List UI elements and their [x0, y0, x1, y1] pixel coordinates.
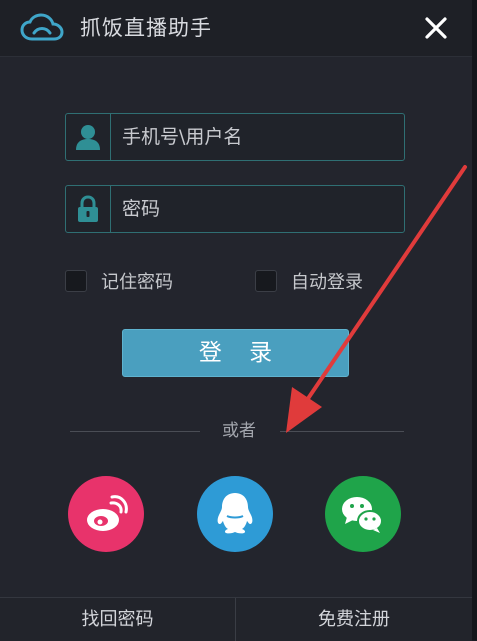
username-field[interactable] [65, 113, 405, 161]
remember-password-label: 记住密码 [101, 272, 173, 293]
remember-password-row: 记住密码 [65, 268, 173, 294]
window-right-edge [472, 0, 477, 640]
title-bar[interactable]: 抓饭直播助手 [0, 0, 472, 57]
login-window: 抓饭直播助手 记住密码 自动登录 登 录 或 [0, 0, 473, 641]
red-arrow-annotation [286, 165, 467, 433]
weibo-icon [87, 495, 128, 531]
password-icon-box [66, 186, 111, 232]
qq-login-button[interactable] [197, 476, 273, 552]
close-icon[interactable] [420, 12, 452, 44]
forgot-password-link[interactable]: 找回密码 [0, 598, 235, 641]
lock-icon [78, 195, 98, 222]
weibo-login-button[interactable] [68, 476, 144, 552]
username-icon-box [66, 114, 111, 160]
user-icon [76, 125, 100, 150]
username-input[interactable] [122, 114, 392, 160]
cloud-logo-icon [20, 13, 64, 41]
register-link[interactable]: 免费注册 [236, 598, 472, 641]
divider-line-left [70, 431, 200, 432]
or-divider-text: 或者 [222, 421, 256, 441]
wechat-login-button[interactable] [325, 476, 401, 552]
window-title: 抓饭直播助手 [80, 16, 212, 40]
remember-password-checkbox[interactable] [65, 270, 87, 292]
wechat-icon [342, 497, 383, 533]
qq-icon [217, 493, 253, 534]
footer-bar: 找回密码 免费注册 [0, 597, 472, 641]
